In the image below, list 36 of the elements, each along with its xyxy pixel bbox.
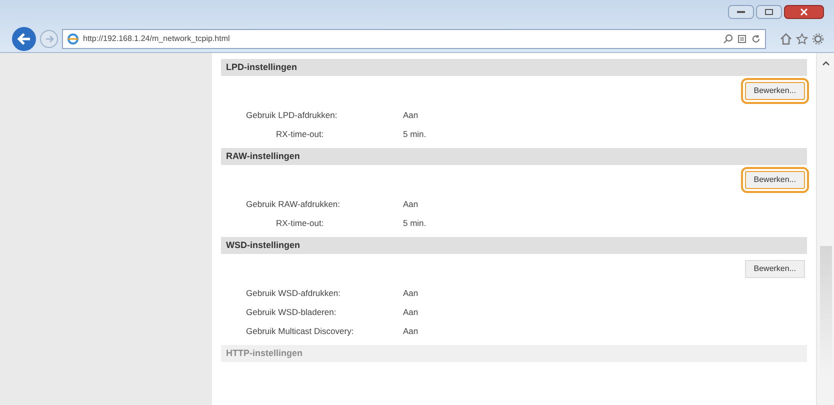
- back-button[interactable]: [12, 27, 36, 51]
- setting-value: 5 min.: [403, 217, 426, 230]
- minimize-button[interactable]: [728, 5, 754, 19]
- search-icon[interactable]: [723, 34, 733, 44]
- back-arrow-icon: [17, 33, 31, 45]
- url-text: http://192.168.1.24/m_network_tcpip.html: [83, 33, 231, 45]
- browser-logo-icon: [67, 33, 79, 45]
- setting-label: Gebruik LPD-afdrukken:: [245, 109, 338, 122]
- setting-label: Gebruik RAW-afdrukken:: [245, 198, 342, 211]
- setting-value: 5 min.: [403, 128, 426, 141]
- close-icon: [800, 8, 808, 16]
- star-icon[interactable]: [796, 33, 808, 45]
- section-title: WSD-instellingen: [226, 238, 300, 252]
- section-title: HTTP-instellingen: [226, 346, 302, 360]
- setting-label: RX-time-out:: [275, 217, 325, 230]
- refresh-icon[interactable]: [751, 34, 761, 44]
- compatibility-icon[interactable]: [737, 34, 747, 44]
- setting-label: Gebruik WSD-afdrukken:: [245, 287, 342, 300]
- setting-value: Aan: [403, 198, 418, 211]
- address-bar[interactable]: http://192.168.1.24/m_network_tcpip.html: [62, 29, 766, 49]
- setting-value: Aan: [403, 287, 418, 300]
- setting-value: Aan: [403, 109, 418, 122]
- forward-arrow-icon: [44, 35, 54, 43]
- setting-label: RX-time-out:: [275, 128, 325, 141]
- maximize-button[interactable]: [756, 5, 782, 19]
- close-button[interactable]: [784, 5, 824, 19]
- scroll-up-icon[interactable]: [822, 61, 830, 66]
- settings-icon[interactable]: [812, 33, 824, 45]
- setting-value: Aan: [403, 325, 418, 338]
- edit-button[interactable]: Bewerken...: [744, 260, 805, 278]
- setting-value: Aan: [403, 306, 418, 319]
- setting-label: Gebruik WSD-bladeren:: [245, 306, 338, 319]
- home-icon[interactable]: [780, 33, 792, 45]
- setting-label: Gebruik Multicast Discovery:: [245, 325, 355, 338]
- section-title: RAW-instellingen: [226, 150, 300, 163]
- section-title: LPD-instellingen: [226, 60, 298, 74]
